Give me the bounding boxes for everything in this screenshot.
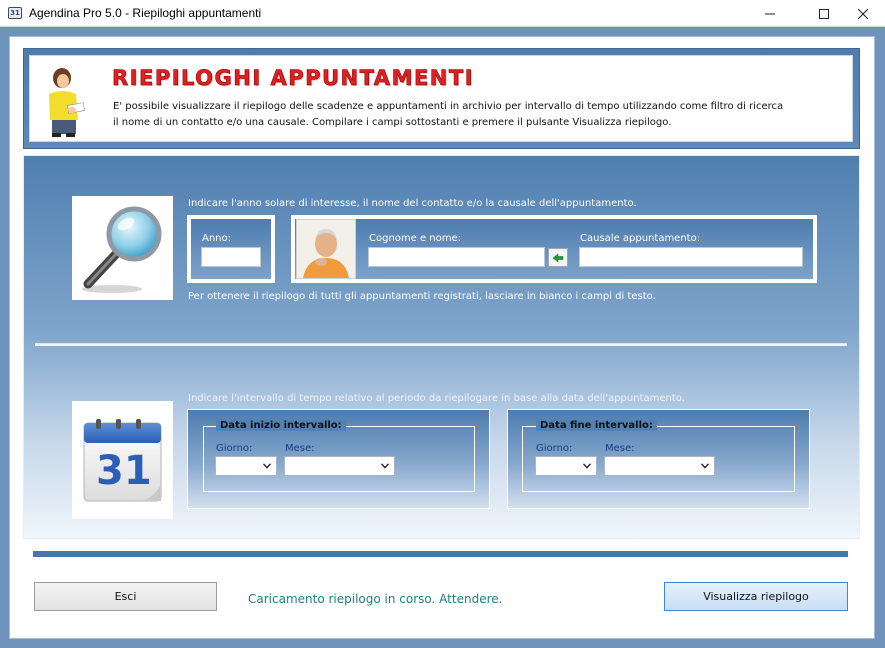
esci-button[interactable]: Esci	[34, 582, 217, 611]
chevron-down-icon	[701, 463, 709, 469]
end-interval-legend: Data fine intervallo:	[536, 420, 657, 431]
header-description-line-1: E' possibile visualizzare il riepilogo d…	[113, 101, 784, 112]
start-giorno-label: Giorno:	[216, 443, 253, 454]
calendar-app-icon[interactable]: 31	[8, 7, 22, 19]
start-interval-legend: Data inizio intervallo:	[216, 420, 346, 431]
magnifier-icon	[82, 206, 162, 293]
filters-note: Per ottenere il riepilogo di tutti gli a…	[188, 291, 656, 302]
nome-input[interactable]	[368, 247, 545, 267]
end-giorno-label: Giorno:	[536, 443, 573, 454]
causale-input[interactable]	[579, 247, 803, 267]
search-illustration-box	[72, 196, 173, 300]
end-mese-select[interactable]	[604, 456, 715, 476]
status-message: Caricamento riepilogo in corso. Attender…	[248, 592, 503, 606]
footer-divider	[33, 551, 848, 557]
start-giorno-select[interactable]	[215, 456, 277, 476]
close-button[interactable]	[840, 0, 885, 27]
window-title: Agendina Pro 5.0 - Riepiloghi appuntamen…	[29, 6, 262, 20]
anno-input[interactable]	[201, 247, 261, 267]
anno-label: Anno:	[202, 233, 232, 244]
contact-photo	[296, 219, 356, 279]
maximize-icon	[819, 8, 829, 19]
arrow-left-icon	[552, 252, 564, 263]
visualizza-riepilogo-button[interactable]: Visualizza riepilogo	[664, 582, 848, 611]
section-divider	[35, 343, 847, 346]
calendar-day-number: 31	[96, 448, 152, 494]
start-mese-select[interactable]	[284, 456, 395, 476]
chevron-down-icon	[583, 463, 591, 469]
minimize-button[interactable]	[747, 0, 793, 27]
header-description-line-2: il nome di un contatto e/o una causale. …	[113, 117, 672, 128]
page-title: RIEPILOGHI APPUNTAMENTI	[112, 66, 475, 91]
minimize-icon	[765, 13, 775, 14]
chevron-down-icon	[263, 463, 271, 469]
person-avatar-icon	[297, 220, 355, 278]
start-mese-label: Mese:	[285, 443, 315, 454]
causale-label: Causale appuntamento:	[580, 233, 701, 244]
header-description: E' possibile visualizzare il riepilogo d…	[113, 99, 813, 131]
title-bar: 31 Agendina Pro 5.0 - Riepiloghi appunta…	[0, 0, 885, 27]
chevron-down-icon	[381, 463, 389, 469]
close-icon	[858, 8, 868, 19]
pick-contact-button[interactable]	[548, 248, 568, 267]
filters-instruction: Indicare l'anno solare di interesse, il …	[188, 198, 637, 209]
end-mese-label: Mese:	[605, 443, 635, 454]
girl-reading-illustration	[49, 68, 85, 137]
end-giorno-select[interactable]	[535, 456, 597, 476]
nome-label: Cognome e nome:	[369, 233, 462, 244]
interval-instruction: Indicare l'intervallo di tempo relativo …	[188, 393, 685, 404]
